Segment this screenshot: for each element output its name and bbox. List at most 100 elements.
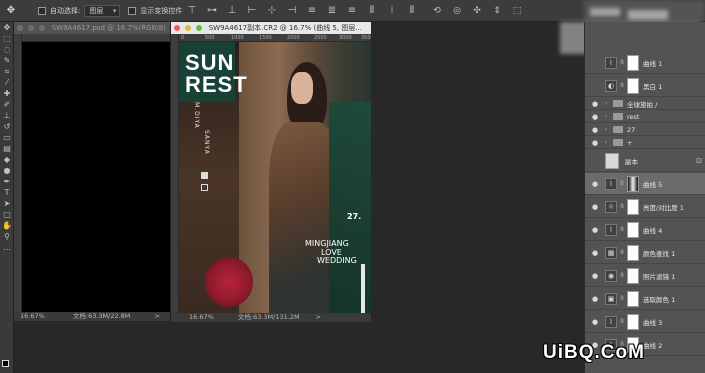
- vertical-ruler[interactable]: [14, 34, 22, 312]
- close-button[interactable]: [17, 25, 23, 31]
- clone-stamp-tool-icon[interactable]: ⊥: [0, 110, 14, 121]
- layer-mask[interactable]: [627, 175, 639, 192]
- layer-group-row[interactable]: ● › rest: [585, 111, 705, 123]
- 3d-slide-icon[interactable]: ⇕: [490, 4, 504, 18]
- poster-title-line-1[interactable]: SUN: [185, 52, 234, 74]
- type-tool-icon[interactable]: T: [0, 187, 14, 198]
- layer-row[interactable]: ● ☼ 8 亮度/对比度 1: [585, 196, 705, 218]
- align-left-icon[interactable]: ⊢: [245, 4, 259, 18]
- align-vcenter-icon[interactable]: ⊶: [205, 4, 219, 18]
- layer-row[interactable]: ⌇ 8 曲线 1: [585, 52, 705, 74]
- poster-subtitle-3[interactable]: WEDDING: [317, 256, 357, 265]
- layer-mask[interactable]: [627, 267, 639, 284]
- auto-select-dropdown[interactable]: 图层: [84, 4, 121, 17]
- layer-row[interactable]: 副本 ⊡: [585, 150, 705, 172]
- eye-icon[interactable]: ●: [589, 180, 601, 188]
- minimize-button[interactable]: [28, 25, 35, 31]
- history-brush-tool-icon[interactable]: ↺: [0, 121, 14, 132]
- minimize-button[interactable]: [185, 25, 192, 31]
- close-button[interactable]: [174, 25, 180, 31]
- zoom-tool-icon[interactable]: ⚲: [0, 231, 14, 242]
- layer-mask[interactable]: [627, 198, 639, 215]
- layer-mask[interactable]: [627, 244, 639, 261]
- eye-icon[interactable]: ●: [589, 139, 601, 147]
- distribute-bottom-icon[interactable]: ≡: [345, 4, 359, 18]
- layer-group-row[interactable]: ● › 全球旅拍 /: [585, 98, 705, 110]
- layer-mask[interactable]: [627, 221, 639, 238]
- vertical-ruler[interactable]: [171, 34, 179, 313]
- layer-row[interactable]: ● ◉ 8 照片滤镜 1: [585, 265, 705, 287]
- eye-icon[interactable]: ●: [589, 126, 601, 134]
- distribute-right-icon[interactable]: ⦀: [405, 4, 419, 18]
- layer-group-row[interactable]: ● › +: [585, 137, 705, 149]
- document-tab-2[interactable]: SW9A4617副本.CR2 @ 16.7% (曲线 5, 图层...: [171, 22, 371, 34]
- maximize-button[interactable]: [196, 25, 203, 31]
- layer-row[interactable]: ● ▦ 8 颜色查找 1: [585, 242, 705, 264]
- 3d-scale-icon[interactable]: ⬚: [510, 4, 524, 18]
- align-top-icon[interactable]: ⊤: [185, 4, 199, 18]
- document-tab-1[interactable]: SW9A4617.psd @ 16.7%(RGB/8): [14, 22, 170, 34]
- dodge-tool-icon[interactable]: ●: [0, 165, 14, 176]
- layer-row-selected[interactable]: ● ⌇ 8 曲线 5: [585, 173, 705, 195]
- document-window-1[interactable]: SW9A4617.psd @ 16.7%(RGB/8) 16.67% 文档:63…: [14, 22, 170, 322]
- distribute-hcenter-icon[interactable]: ⦙: [385, 4, 399, 18]
- eye-icon[interactable]: ●: [589, 272, 601, 280]
- chevron-right-icon[interactable]: ›: [605, 113, 611, 120]
- lasso-tool-icon[interactable]: ◌: [0, 44, 14, 55]
- zoom-level[interactable]: 16.67%: [189, 313, 214, 321]
- horizontal-ruler[interactable]: [22, 34, 170, 42]
- eye-icon[interactable]: ●: [589, 203, 601, 211]
- layer-row[interactable]: ● ⌇ 8 曲线 3: [585, 311, 705, 333]
- status-arrow-icon[interactable]: >: [155, 312, 160, 320]
- eye-icon[interactable]: ●: [589, 113, 601, 121]
- document-window-2[interactable]: SW9A4617副本.CR2 @ 16.7% (曲线 5, 图层... 0 50…: [170, 22, 371, 322]
- distribute-top-icon[interactable]: ≡: [305, 4, 319, 18]
- canvas[interactable]: [22, 42, 170, 312]
- horizontal-ruler[interactable]: 0 500 1000 1500 2000 2500 3000 3500: [179, 34, 371, 42]
- quick-select-tool-icon[interactable]: ✎: [0, 55, 14, 66]
- move-tool-icon[interactable]: ✥: [0, 22, 14, 33]
- chevron-right-icon[interactable]: ›: [605, 139, 611, 146]
- blur-tool-icon[interactable]: ◆: [0, 154, 14, 165]
- crop-tool-icon[interactable]: ⌗: [0, 66, 14, 77]
- poster-vertical-text-2[interactable]: SANYA: [203, 130, 210, 155]
- poster-number[interactable]: 27.: [347, 212, 361, 221]
- show-transform-checkbox[interactable]: [128, 6, 137, 15]
- eye-icon[interactable]: ●: [589, 226, 601, 234]
- status-arrow-icon[interactable]: >: [316, 313, 321, 321]
- healing-tool-icon[interactable]: ✚: [0, 88, 14, 99]
- layer-mask[interactable]: [627, 290, 639, 307]
- 3d-roll-icon[interactable]: ◎: [450, 4, 464, 18]
- poster-title-line-2[interactable]: REST: [185, 74, 248, 96]
- align-right-icon[interactable]: ⊣: [285, 4, 299, 18]
- path-select-tool-icon[interactable]: ➤: [0, 198, 14, 209]
- poster-vertical-text-1[interactable]: M.DIYA: [193, 102, 200, 129]
- layer-group-row[interactable]: ● › 27: [585, 124, 705, 136]
- poster-subtitle-1[interactable]: MINGJIANG: [305, 239, 349, 248]
- pen-tool-icon[interactable]: ✒: [0, 176, 14, 187]
- eye-icon[interactable]: ●: [589, 318, 601, 326]
- eyedropper-tool-icon[interactable]: ⁄: [0, 77, 14, 88]
- layer-mask[interactable]: [627, 54, 639, 71]
- layer-row[interactable]: ● ▣ 8 选取颜色 1: [585, 288, 705, 310]
- auto-select-checkbox[interactable]: [38, 6, 46, 15]
- more-tools-icon[interactable]: …: [0, 242, 14, 253]
- align-bottom-icon[interactable]: ⊥: [225, 4, 239, 18]
- distribute-left-icon[interactable]: ⦀: [365, 4, 379, 18]
- eye-icon[interactable]: ●: [589, 295, 601, 303]
- foreground-color-swatch[interactable]: [2, 360, 9, 367]
- eye-icon[interactable]: ●: [589, 249, 601, 257]
- layer-mask[interactable]: [627, 313, 639, 330]
- 3d-drag-icon[interactable]: ✣: [470, 4, 484, 18]
- poster-canvas[interactable]: SUN REST M.DIYA SANYA 27. MINGJIANG LOVE…: [179, 42, 371, 313]
- 3d-rotate-icon[interactable]: ⟲: [430, 4, 444, 18]
- brush-tool-icon[interactable]: ✐: [0, 99, 14, 110]
- layer-mask[interactable]: [627, 77, 639, 94]
- shape-tool-icon[interactable]: ▢: [0, 209, 14, 220]
- distribute-vcenter-icon[interactable]: ≣: [325, 4, 339, 18]
- maximize-button[interactable]: [39, 25, 46, 31]
- chevron-right-icon[interactable]: ›: [605, 100, 611, 107]
- zoom-level[interactable]: 16.67%: [20, 312, 45, 320]
- layer-row[interactable]: ● ⌇ 8 曲线 4: [585, 219, 705, 241]
- eraser-tool-icon[interactable]: ▭: [0, 132, 14, 143]
